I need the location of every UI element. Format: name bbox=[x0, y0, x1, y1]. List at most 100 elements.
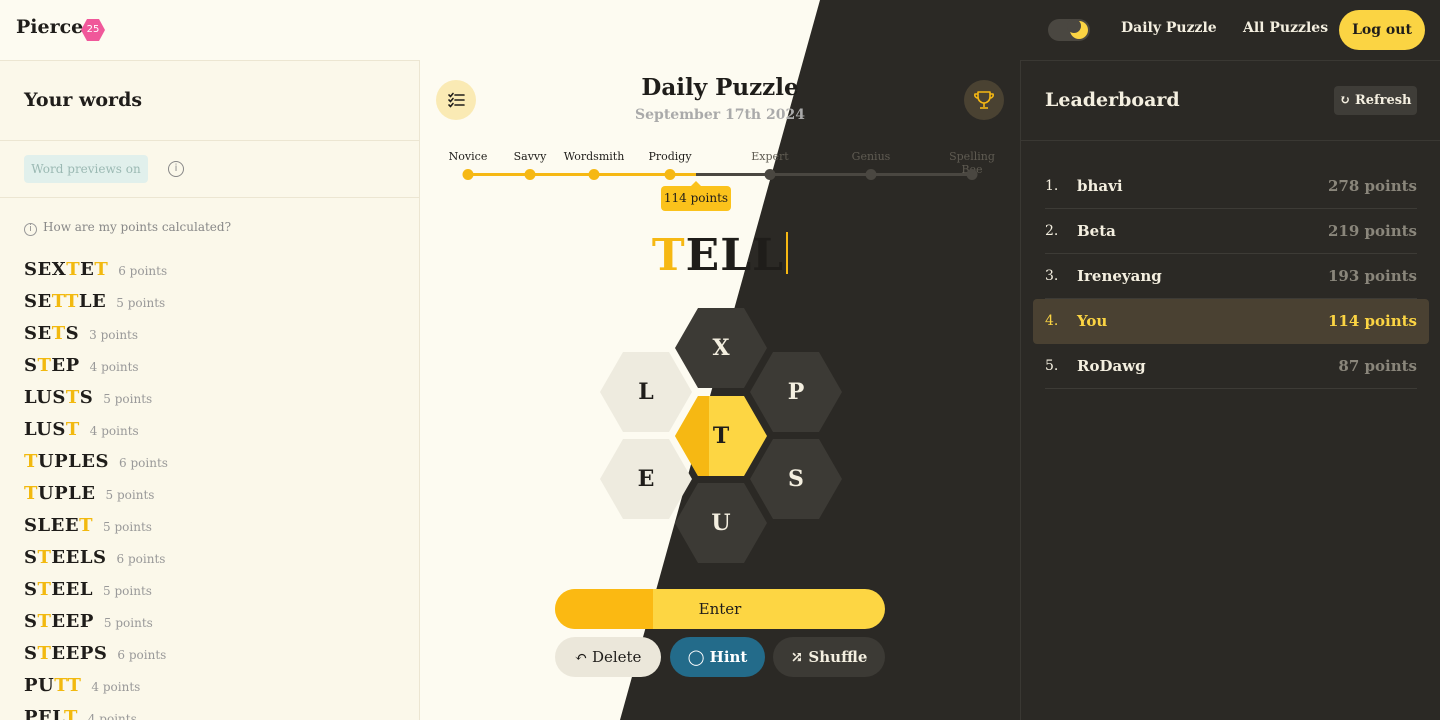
rank-dot bbox=[764, 169, 776, 180]
found-word-item: SETS 3 points bbox=[24, 323, 168, 355]
found-word: SLEET bbox=[24, 515, 94, 536]
logout-button[interactable]: Log out bbox=[1339, 10, 1425, 50]
found-word-item: SLEET 5 points bbox=[24, 515, 168, 547]
leaderboard-title: Leaderboard bbox=[1045, 89, 1180, 111]
found-word: SETTLE bbox=[24, 291, 107, 312]
logo-badge: 25 bbox=[81, 19, 105, 41]
letter-hex-bottom[interactable]: U bbox=[675, 483, 767, 563]
found-word-item: SETTLE 5 points bbox=[24, 291, 168, 323]
puzzle-date: September 17th 2024 bbox=[635, 107, 805, 123]
refresh-button[interactable]: ↻ Refresh bbox=[1334, 86, 1417, 115]
letter-hex-top[interactable]: X bbox=[675, 308, 767, 388]
app-logo[interactable]: Pierce bbox=[16, 16, 83, 38]
leaderboard-points: 278 points bbox=[1327, 177, 1417, 195]
rank-dot bbox=[664, 169, 676, 180]
current-points-badge: 114 points bbox=[661, 181, 731, 211]
found-word: SEXTET bbox=[24, 259, 109, 280]
rank-label: Genius bbox=[851, 150, 891, 163]
nav-daily-puzzle[interactable]: Daily Puzzle bbox=[1121, 20, 1217, 36]
found-word: LUST bbox=[24, 419, 80, 440]
word-points: 6 points bbox=[117, 648, 167, 662]
word-points: 5 points bbox=[103, 392, 153, 406]
found-word: PUTT bbox=[24, 675, 82, 696]
leaderboard-points: 219 points bbox=[1327, 222, 1417, 240]
theme-toggle[interactable] bbox=[1048, 19, 1090, 41]
found-word: TUPLE bbox=[24, 483, 96, 504]
text-cursor bbox=[786, 232, 789, 274]
found-word: TUPLES bbox=[24, 451, 110, 472]
top-bar: Pierce 25 Daily Puzzle All Puzzles Log o… bbox=[0, 0, 1440, 60]
shuffle-button[interactable]: ⤮ Shuffle bbox=[773, 637, 885, 677]
info-icon: i bbox=[24, 223, 37, 236]
found-words-list: SEXTET 6 points SETTLE 5 points SETS 3 points… bbox=[24, 259, 168, 720]
word-points: 4 points bbox=[87, 712, 137, 720]
entry-letters: ELL bbox=[685, 230, 785, 281]
rank-dot bbox=[524, 169, 536, 180]
word-points: 3 points bbox=[89, 328, 139, 342]
found-word-item: TUPLES 6 points bbox=[24, 451, 168, 483]
found-word: STEEL bbox=[24, 579, 94, 600]
letter-hex-center[interactable]: T bbox=[675, 396, 767, 476]
current-entry: TELL bbox=[420, 230, 1020, 281]
leaderboard-name: RoDawg bbox=[1077, 357, 1146, 375]
word-points: 4 points bbox=[89, 360, 139, 374]
found-word: PELT bbox=[24, 707, 78, 720]
found-word-item: PELT 4 points bbox=[24, 707, 168, 720]
divider bbox=[0, 140, 419, 141]
rank-dot bbox=[462, 169, 474, 180]
word-points: 5 points bbox=[103, 616, 153, 630]
found-word: STEP bbox=[24, 355, 80, 376]
word-points: 5 points bbox=[103, 520, 152, 534]
word-points: 4 points bbox=[89, 424, 139, 438]
undo-icon: ↶ bbox=[574, 648, 588, 666]
divider bbox=[1021, 140, 1440, 141]
rank-dot bbox=[966, 169, 978, 180]
refresh-icon: ↻ bbox=[1339, 93, 1351, 108]
your-words-panel: Your words Word previews on i i How are m… bbox=[0, 60, 420, 720]
found-word: STEEPS bbox=[24, 643, 108, 664]
rank-label: Prodigy bbox=[648, 150, 692, 163]
letter-hex-lower-left[interactable]: E bbox=[600, 439, 692, 519]
leaderboard-rank: 5. bbox=[1045, 358, 1059, 374]
found-word: STEEP bbox=[24, 611, 94, 632]
leaderboard-button[interactable] bbox=[964, 80, 1004, 120]
letter-hex-lower-right[interactable]: S bbox=[750, 439, 842, 519]
leaderboard-rank: 4. bbox=[1045, 313, 1059, 329]
delete-button[interactable]: ↶ Delete bbox=[555, 637, 661, 677]
found-word-item: STEP 4 points bbox=[24, 355, 168, 387]
leaderboard-rank: 3. bbox=[1045, 268, 1059, 284]
word-previews-toggle[interactable]: Word previews on bbox=[24, 155, 148, 183]
entry-center-letter: T bbox=[651, 230, 686, 281]
found-word-item: STEEPS 6 points bbox=[24, 643, 168, 675]
rank-dot bbox=[865, 169, 877, 180]
rank-dot bbox=[588, 169, 600, 180]
letter-hex-upper-right[interactable]: P bbox=[750, 352, 842, 432]
enter-button[interactable]: Enter bbox=[555, 589, 885, 629]
leaderboard-name: bhavi bbox=[1077, 177, 1123, 195]
found-word-item: STEEP 5 points bbox=[24, 611, 168, 643]
leaderboard-rank: 2. bbox=[1045, 223, 1059, 239]
leaderboard-rank: 1. bbox=[1045, 178, 1059, 194]
found-word-item: LUST 4 points bbox=[24, 419, 168, 451]
leaderboard-row: 1. bhavi 278 points bbox=[1045, 164, 1417, 209]
points-help-link[interactable]: i How are my points calculated? bbox=[24, 220, 231, 236]
puzzle-title: Daily Puzzle bbox=[641, 74, 799, 101]
found-word: LUSTS bbox=[24, 387, 94, 408]
divider bbox=[0, 197, 419, 198]
word-points: 6 points bbox=[119, 456, 168, 470]
trophy-icon bbox=[974, 91, 994, 109]
leaderboard-row: 2. Beta 219 points bbox=[1045, 209, 1417, 254]
found-word: STEELS bbox=[24, 547, 107, 568]
found-word-item: PUTT 4 points bbox=[24, 675, 168, 707]
found-word-item: STEEL 5 points bbox=[24, 579, 168, 611]
nav-all-puzzles[interactable]: All Puzzles bbox=[1243, 20, 1328, 36]
puzzle-area: Daily Puzzle September 17th 2024 Novice S… bbox=[420, 60, 1020, 720]
leaderboard-points: 114 points bbox=[1327, 312, 1417, 330]
hint-button[interactable]: ◯ Hint bbox=[670, 637, 765, 677]
leaderboard-panel: Leaderboard ↻ Refresh 1. bhavi 278 points 2… bbox=[1020, 60, 1440, 720]
letter-hex-upper-left[interactable]: L bbox=[600, 352, 692, 432]
leaderboard-name: You bbox=[1077, 312, 1108, 330]
word-points: 5 points bbox=[116, 296, 166, 310]
leaderboard-row: 5. RoDawg 87 points bbox=[1045, 344, 1417, 389]
info-icon[interactable]: i bbox=[168, 161, 184, 177]
